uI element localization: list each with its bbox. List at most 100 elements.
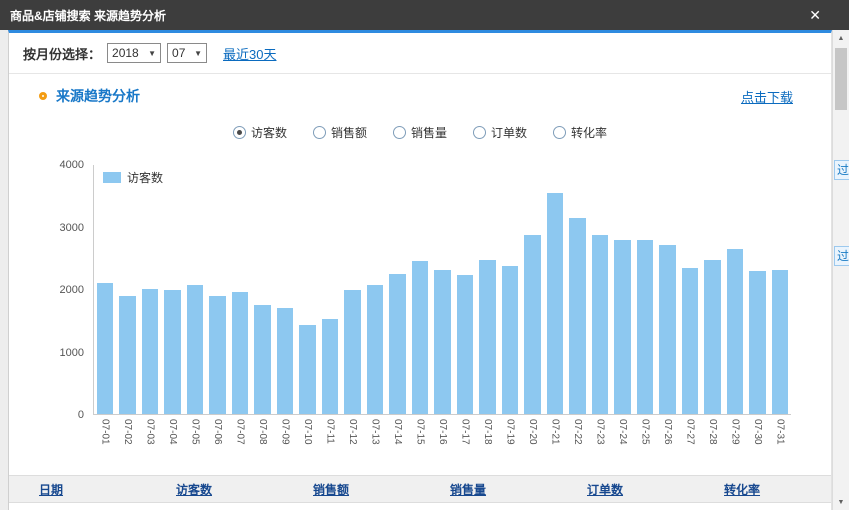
table-row (9, 503, 831, 510)
year-select[interactable]: 2018 ▼ (107, 43, 161, 63)
bar-07-03[interactable] (142, 289, 158, 414)
bar-07-26[interactable] (659, 245, 675, 414)
year-select-value: 2018 (112, 46, 139, 60)
bullet-ring-icon (39, 92, 47, 100)
modal-title-bar: 商品&店铺搜索 来源趋势分析 ✕ (0, 0, 849, 30)
x-tick-label: 07-04 (167, 419, 177, 467)
radio-button-icon[interactable] (553, 126, 566, 139)
month-select[interactable]: 07 ▼ (167, 43, 207, 63)
close-icon[interactable]: ✕ (809, 8, 821, 22)
metric-radio-label: 访客数 (251, 124, 287, 141)
table-header-link-5[interactable]: 订单数 (587, 483, 623, 497)
y-tick-label: 2000 (60, 285, 84, 296)
bar-07-15[interactable] (412, 261, 428, 414)
bar-07-23[interactable] (592, 235, 608, 414)
bar-07-31[interactable] (772, 270, 788, 414)
bar-07-04[interactable] (164, 290, 180, 414)
x-tick-label: 07-06 (212, 419, 222, 467)
x-tick-label: 07-28 (707, 419, 717, 467)
download-link[interactable]: 点击下载 (741, 87, 793, 106)
bar-07-09[interactable] (277, 308, 293, 414)
metric-radio-2[interactable]: 销售额 (313, 124, 367, 141)
x-tick-label: 07-29 (730, 419, 740, 467)
scroll-down-icon[interactable]: ▼ (833, 494, 849, 510)
radio-button-icon[interactable] (233, 126, 246, 139)
x-tick-label: 07-10 (302, 419, 312, 467)
x-tick-label: 07-31 (775, 419, 785, 467)
vertical-scrollbar[interactable]: ▲ ▼ (832, 30, 849, 510)
x-tick-label: 07-08 (257, 419, 267, 467)
bar-07-11[interactable] (322, 319, 338, 414)
legend-label: 访客数 (127, 169, 163, 186)
table-header-link-4[interactable]: 销售量 (450, 483, 486, 497)
bar-07-28[interactable] (704, 260, 720, 414)
bar-07-02[interactable] (119, 296, 135, 414)
legend-swatch-icon (103, 172, 121, 183)
table-header-link-3[interactable]: 销售额 (313, 483, 349, 497)
metric-radio-label: 销售额 (331, 124, 367, 141)
bar-07-25[interactable] (637, 240, 653, 414)
bar-07-06[interactable] (209, 296, 225, 414)
bar-07-29[interactable] (727, 249, 743, 414)
bar-07-13[interactable] (367, 285, 383, 414)
side-tab-fragment-1[interactable]: 过 (834, 160, 849, 180)
chevron-down-icon: ▼ (148, 49, 156, 58)
y-tick-label: 4000 (60, 160, 84, 171)
table-header-cell: 订单数 (557, 481, 694, 498)
radio-button-icon[interactable] (473, 126, 486, 139)
x-tick-label: 07-19 (505, 419, 515, 467)
x-tick-label: 07-09 (279, 419, 289, 467)
bar-07-18[interactable] (479, 260, 495, 414)
metric-radio-4[interactable]: 订单数 (473, 124, 527, 141)
month-select-value: 07 (172, 46, 185, 60)
month-filter-row: 按月份选择： 2018 ▼ 07 ▼ 最近30天 (9, 33, 831, 74)
bar-07-08[interactable] (254, 305, 270, 414)
bar-07-10[interactable] (299, 325, 315, 414)
bar-07-05[interactable] (187, 285, 203, 414)
bar-07-16[interactable] (434, 270, 450, 414)
x-tick-label: 07-07 (234, 419, 244, 467)
plot-area (93, 165, 791, 415)
x-axis-labels: 07-0107-0207-0307-0407-0507-0607-0707-08… (93, 415, 791, 467)
table-header-link-2[interactable]: 访客数 (176, 483, 212, 497)
x-tick-label: 07-26 (662, 419, 672, 467)
x-tick-label: 07-01 (99, 419, 109, 467)
chart-legend[interactable]: 访客数 (103, 169, 163, 186)
radio-button-icon[interactable] (313, 126, 326, 139)
bar-07-14[interactable] (389, 274, 405, 414)
x-tick-label: 07-25 (640, 419, 650, 467)
radio-button-icon[interactable] (393, 126, 406, 139)
x-tick-label: 07-22 (572, 419, 582, 467)
x-tick-label: 07-12 (347, 419, 357, 467)
scrollbar-thumb[interactable] (835, 48, 847, 110)
bar-07-19[interactable] (502, 266, 518, 414)
modal-content: 按月份选择： 2018 ▼ 07 ▼ 最近30天 来源趋势分析 点击下载 访客数… (8, 30, 832, 510)
x-tick-label: 07-05 (189, 419, 199, 467)
bar-07-12[interactable] (344, 290, 360, 414)
metric-radio-3[interactable]: 销售量 (393, 124, 447, 141)
bar-07-30[interactable] (749, 271, 765, 414)
side-tab-fragment-2[interactable]: 过 (834, 246, 849, 266)
bar-07-21[interactable] (547, 193, 563, 414)
modal-title: 商品&店铺搜索 来源趋势分析 (10, 7, 166, 24)
table-header-link-1[interactable]: 日期 (39, 483, 63, 497)
recent-30-days-link[interactable]: 最近30天 (223, 44, 276, 63)
x-tick-label: 07-27 (685, 419, 695, 467)
bar-07-27[interactable] (682, 268, 698, 414)
table-header-cell: 日期 (9, 481, 146, 498)
bar-07-01[interactable] (97, 283, 113, 414)
x-tick-label: 07-20 (527, 419, 537, 467)
metric-radio-1[interactable]: 访客数 (233, 124, 287, 141)
table-header-link-6[interactable]: 转化率 (724, 483, 760, 497)
metric-radio-5[interactable]: 转化率 (553, 124, 607, 141)
scroll-up-icon[interactable]: ▲ (833, 30, 849, 46)
x-tick-label: 07-11 (324, 419, 334, 467)
metric-radio-label: 销售量 (411, 124, 447, 141)
trend-bar-chart: 访客数 01000200030004000 07-0107-0207-0307-… (37, 153, 791, 467)
bar-07-20[interactable] (524, 235, 540, 414)
x-tick-label: 07-24 (617, 419, 627, 467)
bar-07-24[interactable] (614, 240, 630, 414)
bar-07-22[interactable] (569, 218, 585, 414)
bar-07-07[interactable] (232, 292, 248, 414)
bar-07-17[interactable] (457, 275, 473, 414)
